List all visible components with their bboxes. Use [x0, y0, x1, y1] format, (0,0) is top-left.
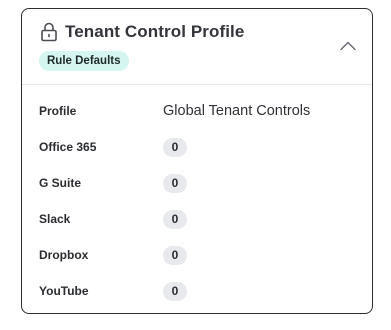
row-label: Profile — [39, 104, 77, 118]
collapse-button[interactable] — [338, 38, 358, 54]
count-pill: 0 — [163, 209, 187, 229]
row-label: G Suite — [39, 176, 82, 190]
count-pill: 0 — [163, 137, 187, 157]
count-pill: 0 — [163, 281, 187, 301]
profile-value: Global Tenant Controls — [163, 103, 311, 119]
detail-row-g-suite: G Suite 0 — [22, 165, 372, 201]
row-label: Dropbox — [39, 248, 89, 262]
card-title: Tenant Control Profile — [65, 22, 245, 41]
detail-row-dropbox: Dropbox 0 — [22, 237, 372, 273]
tenant-control-profile-card: Tenant Control Profile Rule Defaults Pro… — [21, 8, 373, 314]
count-pill: 0 — [163, 173, 187, 193]
card-header: Tenant Control Profile Rule Defaults — [22, 9, 372, 85]
row-label: YouTube — [39, 284, 89, 298]
row-label: Office 365 — [39, 140, 97, 154]
detail-row-youtube: YouTube 0 — [22, 273, 372, 309]
count-pill: 0 — [163, 245, 187, 265]
row-label: Slack — [39, 212, 71, 226]
detail-row-office-365: Office 365 0 — [22, 129, 372, 165]
rule-defaults-badge: Rule Defaults — [39, 51, 129, 71]
title-row: Tenant Control Profile — [40, 22, 244, 42]
lock-icon — [40, 22, 58, 42]
chevron-up-icon[interactable] — [338, 38, 358, 54]
detail-row-slack: Slack 0 — [22, 201, 372, 237]
detail-row-profile: Profile Global Tenant Controls — [22, 93, 372, 129]
